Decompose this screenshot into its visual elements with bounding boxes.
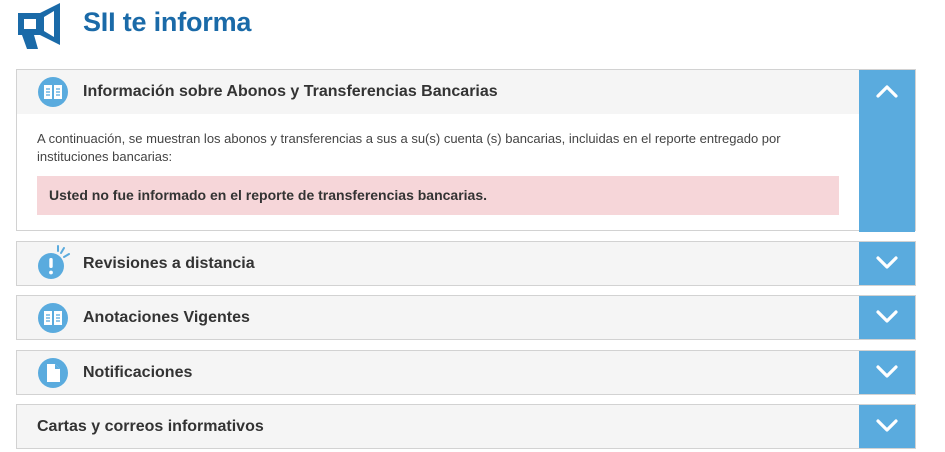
book-icon <box>38 302 68 333</box>
accordion-panel-revisiones: Revisiones a distancia <box>16 241 916 286</box>
chevron-up-icon <box>876 85 898 98</box>
chevron-down-icon <box>876 365 898 378</box>
collapse-toggle-button[interactable] <box>859 70 915 232</box>
accordion-panel-cartas: Cartas y correos informativos <box>16 404 916 449</box>
accordion-header-abonos[interactable]: Información sobre Abonos y Transferencia… <box>17 70 915 232</box>
book-icon <box>38 77 68 107</box>
document-icon <box>38 357 68 388</box>
accordion-panel-notificaciones: Notificaciones <box>16 350 916 395</box>
accordion-panel-anotaciones: Anotaciones Vigentes <box>16 295 916 340</box>
expand-toggle-button[interactable] <box>859 351 915 394</box>
accordion-title: Anotaciones Vigentes <box>83 308 250 326</box>
expand-toggle-button[interactable] <box>859 242 915 285</box>
accordion-title: Revisiones a distancia <box>83 254 255 272</box>
chevron-down-icon <box>876 419 898 432</box>
page-header: SII te informa <box>14 0 251 54</box>
accordion-header-notificaciones[interactable]: Notificaciones <box>17 351 915 394</box>
body-text: A continuación, se muestran los abonos y… <box>37 131 781 164</box>
chevron-down-icon <box>876 256 898 269</box>
accordion-title: Notificaciones <box>83 363 193 381</box>
megaphone-icon <box>18 3 60 49</box>
accordion-body-abonos: A continuación, se muestran los abonos y… <box>17 114 859 230</box>
accordion-title: Cartas y correos informativos <box>37 417 264 435</box>
expand-toggle-button[interactable] <box>859 405 915 448</box>
accordion-title: Información sobre Abonos y Transferencia… <box>83 83 498 100</box>
alert-message: Usted no fue informado en el reporte de … <box>37 176 839 215</box>
accordion-header-revisiones[interactable]: Revisiones a distancia <box>17 242 915 285</box>
chevron-down-icon <box>876 310 898 323</box>
accordion-panel-abonos: Información sobre Abonos y Transferencia… <box>16 69 916 232</box>
page-title: SII te informa <box>83 6 252 37</box>
expand-toggle-button[interactable] <box>859 296 915 339</box>
accordion-header-cartas[interactable]: Cartas y correos informativos <box>17 405 915 448</box>
accordion-header-anotaciones[interactable]: Anotaciones Vigentes <box>17 296 915 339</box>
exclamation-icon <box>38 244 70 279</box>
